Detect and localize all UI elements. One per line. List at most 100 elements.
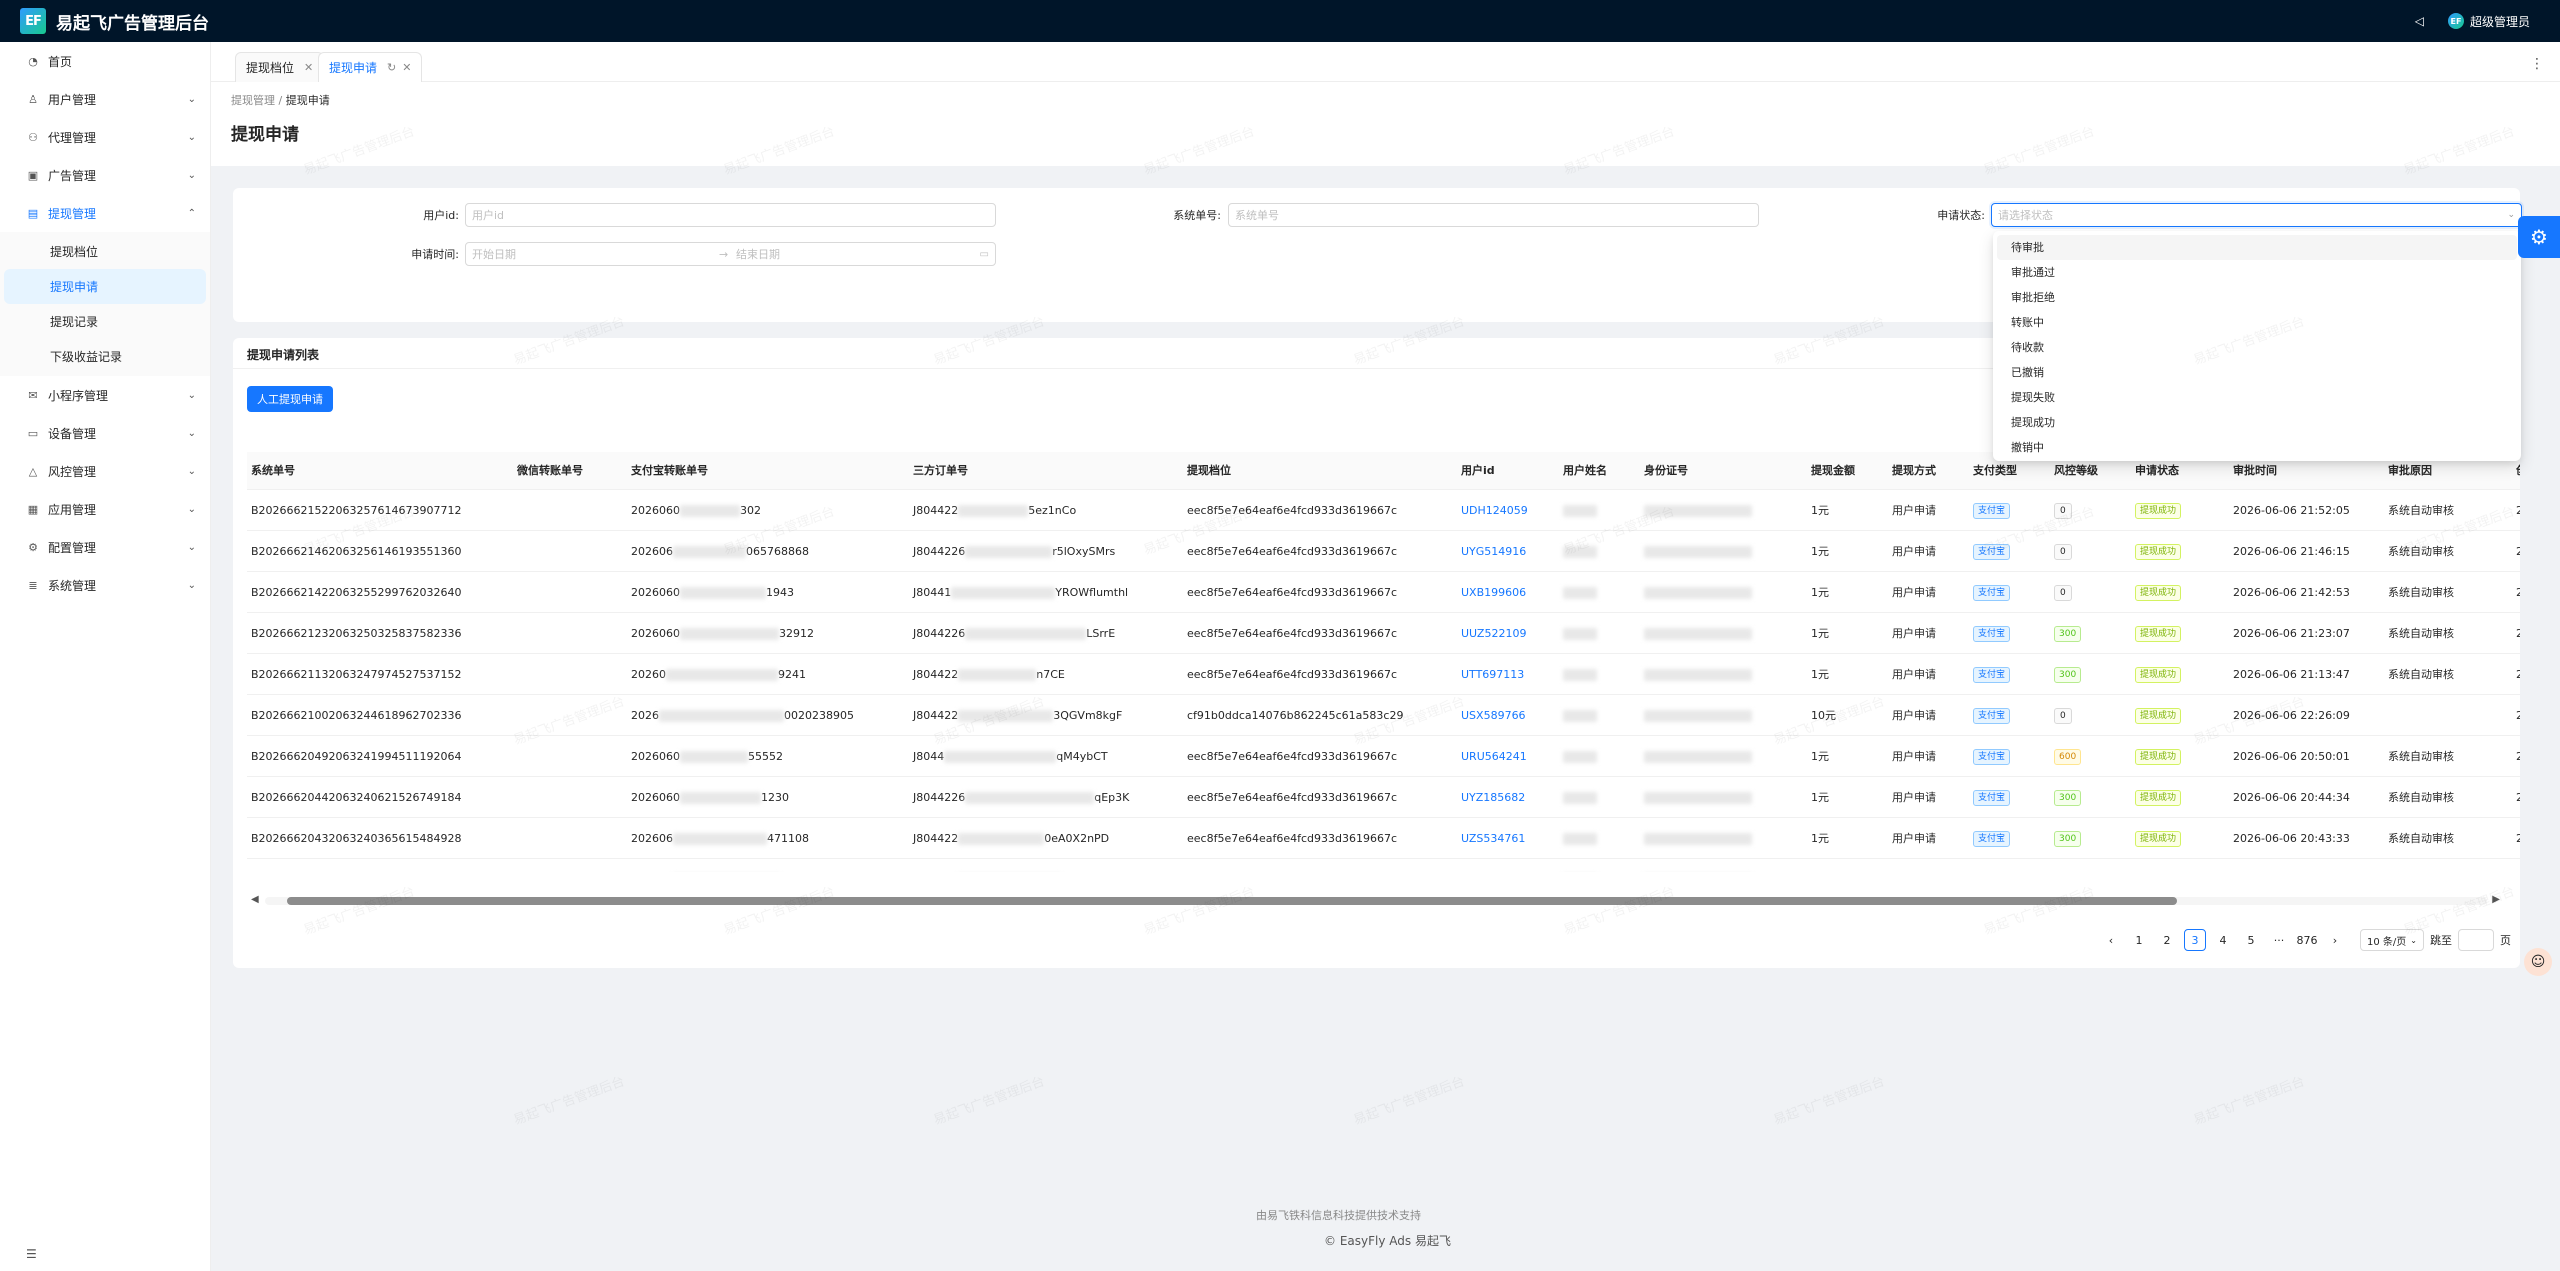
page-button[interactable]: 5 xyxy=(2240,929,2262,951)
risk-tag: 600 xyxy=(2054,749,2082,765)
page-button[interactable]: 2 xyxy=(2156,929,2178,951)
breadcrumb-parent[interactable]: 提现管理 xyxy=(231,94,275,107)
status-option[interactable]: 撤销中 xyxy=(1997,435,2517,460)
next-page-button[interactable]: › xyxy=(2324,929,2346,951)
sidebar-item-7[interactable]: △ 风控管理 ⌄ xyxy=(0,452,210,490)
page-button[interactable]: 4 xyxy=(2212,929,2234,951)
cell-user-name xyxy=(1559,736,1597,777)
scroll-thumb[interactable] xyxy=(287,897,2177,905)
cell-tier: eec8f5e7e64eaf6e4fcd933d3619667c xyxy=(1187,750,1398,763)
table-row[interactable]: B20266621462063256146193551360 202606 065… xyxy=(247,531,2520,572)
cell-sys-no: B20266621422063255299762032640 xyxy=(251,586,462,599)
cell-user-id-link[interactable]: UDH124059 xyxy=(1457,490,1528,531)
cell-user-id-link[interactable]: UXB199606 xyxy=(1457,572,1526,613)
sidebar-subitem-0[interactable]: 提现档位 xyxy=(4,234,206,269)
sidebar-item-10[interactable]: ≣ 系统管理 ⌄ xyxy=(0,566,210,604)
redacted xyxy=(1644,587,1752,599)
date-range-picker[interactable]: 开始日期 → 结束日期 ▭ xyxy=(465,242,996,266)
sidebar-subitem-2[interactable]: 提现记录 xyxy=(4,304,206,339)
horizontal-scrollbar[interactable]: ◀ ▶ xyxy=(247,894,2520,908)
table-row[interactable]: B20266621522063257614673907712 2026060 30… xyxy=(247,490,2520,531)
sidebar-item-2[interactable]: ⚇ 代理管理 ⌄ xyxy=(0,118,210,156)
close-icon[interactable]: ✕ xyxy=(304,61,313,74)
status-option[interactable]: 已撤销 xyxy=(1997,360,2517,385)
more-icon[interactable]: ⋮ xyxy=(2530,56,2544,72)
calendar-icon: ▭ xyxy=(979,248,989,260)
jump-page-input[interactable] xyxy=(2457,929,2494,951)
user-id-input[interactable]: 用户id xyxy=(465,203,996,227)
cell-user-id-link[interactable]: UYZ185682 xyxy=(1457,777,1525,818)
page-size-select[interactable]: 10 条/页 ⌄ xyxy=(2360,929,2424,951)
table-row[interactable]: B20266621232063250325837582336 2026060 32… xyxy=(247,613,2520,654)
refresh-icon[interactable]: ↻ xyxy=(387,61,396,74)
manual-withdraw-button[interactable]: 人工提现申请 xyxy=(247,386,333,412)
cell-pay-type: 支付宝 xyxy=(1969,736,2011,777)
status-option[interactable]: 提现成功 xyxy=(1997,410,2517,435)
cell-user-id-link[interactable]: USX589766 xyxy=(1457,695,1526,736)
collapse-sidebar-icon[interactable]: ☰ xyxy=(26,1247,37,1261)
cell-user-id-link[interactable]: UZS534761 xyxy=(1457,818,1525,859)
sidebar-item-4[interactable]: ▤ 提现管理 ⌃ xyxy=(0,194,210,232)
column-header[interactable]: 系统单号 xyxy=(247,452,295,490)
cell-user-id-link[interactable]: UYG514916 xyxy=(1457,531,1526,572)
cell-tier: eec8f5e7e64eaf6e4fcd933d3619667c xyxy=(1183,859,1397,872)
column-header[interactable]: 提现金额 xyxy=(1807,452,1855,490)
cell-user-id-link[interactable]: UUZ522109 xyxy=(1457,613,1526,654)
start-date-input[interactable]: 开始日期 xyxy=(472,246,516,262)
column-header[interactable]: 提现方式 xyxy=(1888,452,1936,490)
table-row[interactable]: B20266620432063240365615484928 202606 471… xyxy=(247,818,2520,859)
page-ellipsis[interactable]: ··· xyxy=(2268,929,2290,951)
sidebar-item-1[interactable]: ♙ 用户管理 ⌄ xyxy=(0,80,210,118)
column-header[interactable]: 支付宝转账单号 xyxy=(627,452,708,490)
status-option[interactable]: 审批拒绝 xyxy=(1997,285,2517,310)
sidebar-item-9[interactable]: ⚙ 配置管理 ⌄ xyxy=(0,528,210,566)
table-row[interactable]: B20266620182063234054387535872 202606904… xyxy=(247,859,2520,872)
status-option[interactable]: 待审批 xyxy=(1997,235,2517,260)
column-header[interactable]: 微信转账单号 xyxy=(513,452,583,490)
table-row[interactable]: B20266620492063241994511192064 2026060 55… xyxy=(247,736,2520,777)
page-button[interactable]: 3 xyxy=(2184,929,2206,951)
sys-no-input[interactable]: 系统单号 xyxy=(1228,203,1759,227)
column-header[interactable]: 用户姓名 xyxy=(1559,452,1607,490)
settings-gear-icon[interactable]: ⚙ xyxy=(2518,216,2560,258)
sidebar-item-6[interactable]: ▭ 设备管理 ⌄ xyxy=(0,414,210,452)
scroll-right-icon[interactable]: ▶ xyxy=(2492,894,2500,905)
table-row[interactable]: B20266621132063247974527537152 20260 9241… xyxy=(247,654,2520,695)
column-header[interactable]: 用户id xyxy=(1457,452,1495,490)
status-option[interactable]: 转账中 xyxy=(1997,310,2517,335)
end-date-input[interactable]: 结束日期 xyxy=(736,246,780,262)
last-page-button[interactable]: 876 xyxy=(2296,929,2318,951)
tab-withdraw-requests[interactable]: 提现申请 ↻ ✕ xyxy=(318,52,423,82)
sidebar-subitem-3[interactable]: 下级收益记录 xyxy=(4,339,206,374)
table-row[interactable]: B20266620442063240621526749184 2026060 12… xyxy=(247,777,2520,818)
table-row[interactable]: B20266621002063244618962702336 2026 00202… xyxy=(247,695,2520,736)
cell-user-id-link[interactable]: UTT697113 xyxy=(1457,654,1524,695)
sidebar-item-0[interactable]: ◔ 首页 xyxy=(0,42,210,80)
status-option[interactable]: 审批通过 xyxy=(1997,260,2517,285)
column-header[interactable]: 三方订单号 xyxy=(909,452,968,490)
column-header[interactable]: 提现档位 xyxy=(1183,452,1231,490)
app-logo[interactable]: EF xyxy=(20,8,46,34)
notification-icon[interactable]: ◁ xyxy=(2415,14,2424,28)
cell-user-id-link[interactable]: UUG978765 xyxy=(1457,859,1528,872)
status-select[interactable]: 请选择状态 ⌄ xyxy=(1991,203,2522,227)
redacted xyxy=(1644,751,1752,763)
tab-withdraw-tiers[interactable]: 提现档位 ✕ xyxy=(235,52,325,82)
cell-tier: eec8f5e7e64eaf6e4fcd933d3619667c xyxy=(1187,627,1398,640)
sidebar-subitem-1[interactable]: 提现申请 xyxy=(4,269,206,304)
page-button[interactable]: 1 xyxy=(2128,929,2150,951)
sidebar-item-8[interactable]: ▦ 应用管理 ⌄ xyxy=(0,490,210,528)
sidebar-item-3[interactable]: ▣ 广告管理 ⌄ xyxy=(0,156,210,194)
table-row[interactable]: B20266621422063255299762032640 2026060 19… xyxy=(247,572,2520,613)
column-header[interactable]: 身份证号 xyxy=(1640,452,1688,490)
cell-user-id-link[interactable]: URU564241 xyxy=(1457,736,1527,777)
warning-icon: △ xyxy=(28,464,38,478)
sidebar-item-5[interactable]: ✉ 小程序管理 ⌄ xyxy=(0,376,210,414)
close-icon[interactable]: ✕ xyxy=(402,61,411,74)
status-option[interactable]: 提现失败 xyxy=(1997,385,2517,410)
prev-page-button[interactable]: ‹ xyxy=(2100,929,2122,951)
status-option[interactable]: 待收款 xyxy=(1997,335,2517,360)
scroll-left-icon[interactable]: ◀ xyxy=(251,894,259,905)
user-menu[interactable]: EF 超级管理员 xyxy=(2447,13,2530,30)
assistant-avatar[interactable]: ☺ xyxy=(2524,948,2552,976)
